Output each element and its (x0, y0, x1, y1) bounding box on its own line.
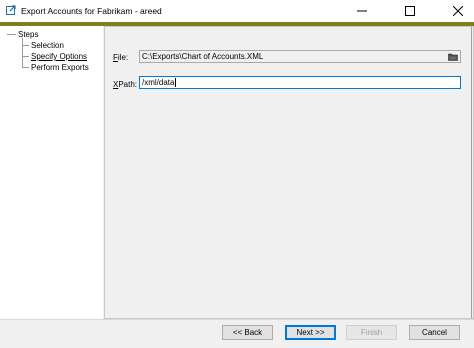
file-path-field[interactable]: C:\Exports\Chart of Accounts.XML (139, 50, 461, 63)
maximize-button[interactable] (394, 0, 426, 22)
xpath-label: XPath: (113, 80, 138, 89)
tree-item-specify-options[interactable]: Specify Options (31, 52, 87, 61)
title-bar: Export Accounts for Fabrikam - areed (0, 0, 474, 22)
steps-tree: Steps Selection Specify Options Perform … (0, 26, 103, 319)
options-panel (104, 26, 472, 319)
close-icon (453, 6, 463, 16)
back-button[interactable]: << Back (222, 325, 273, 340)
tree-item-selection[interactable]: Selection (31, 41, 64, 50)
tree-connector (22, 56, 29, 57)
tree-item-steps[interactable]: Steps (18, 30, 38, 39)
tree-item-perform-exports[interactable]: Perform Exports (31, 63, 89, 72)
minimize-icon (357, 10, 367, 12)
export-app-icon (6, 5, 16, 15)
file-label: File: (113, 53, 129, 62)
tree-connector (22, 67, 29, 68)
browse-folder-icon[interactable] (448, 52, 458, 61)
xpath-input[interactable]: /xml/data (139, 76, 461, 89)
file-path-value: C:\Exports\Chart of Accounts.XML (142, 52, 264, 61)
finish-button[interactable]: Finish (346, 325, 397, 340)
tree-connector (22, 38, 23, 68)
maximize-icon (405, 6, 415, 16)
cancel-button[interactable]: Cancel (409, 325, 460, 340)
text-caret (175, 78, 176, 87)
tree-connector (22, 45, 29, 46)
xpath-value: /xml/data (142, 78, 175, 87)
tree-connector (7, 34, 16, 35)
minimize-button[interactable] (346, 0, 378, 22)
window-title: Export Accounts for Fabrikam - areed (21, 6, 162, 16)
next-button[interactable]: Next >> (285, 325, 336, 340)
close-button[interactable] (442, 0, 474, 22)
